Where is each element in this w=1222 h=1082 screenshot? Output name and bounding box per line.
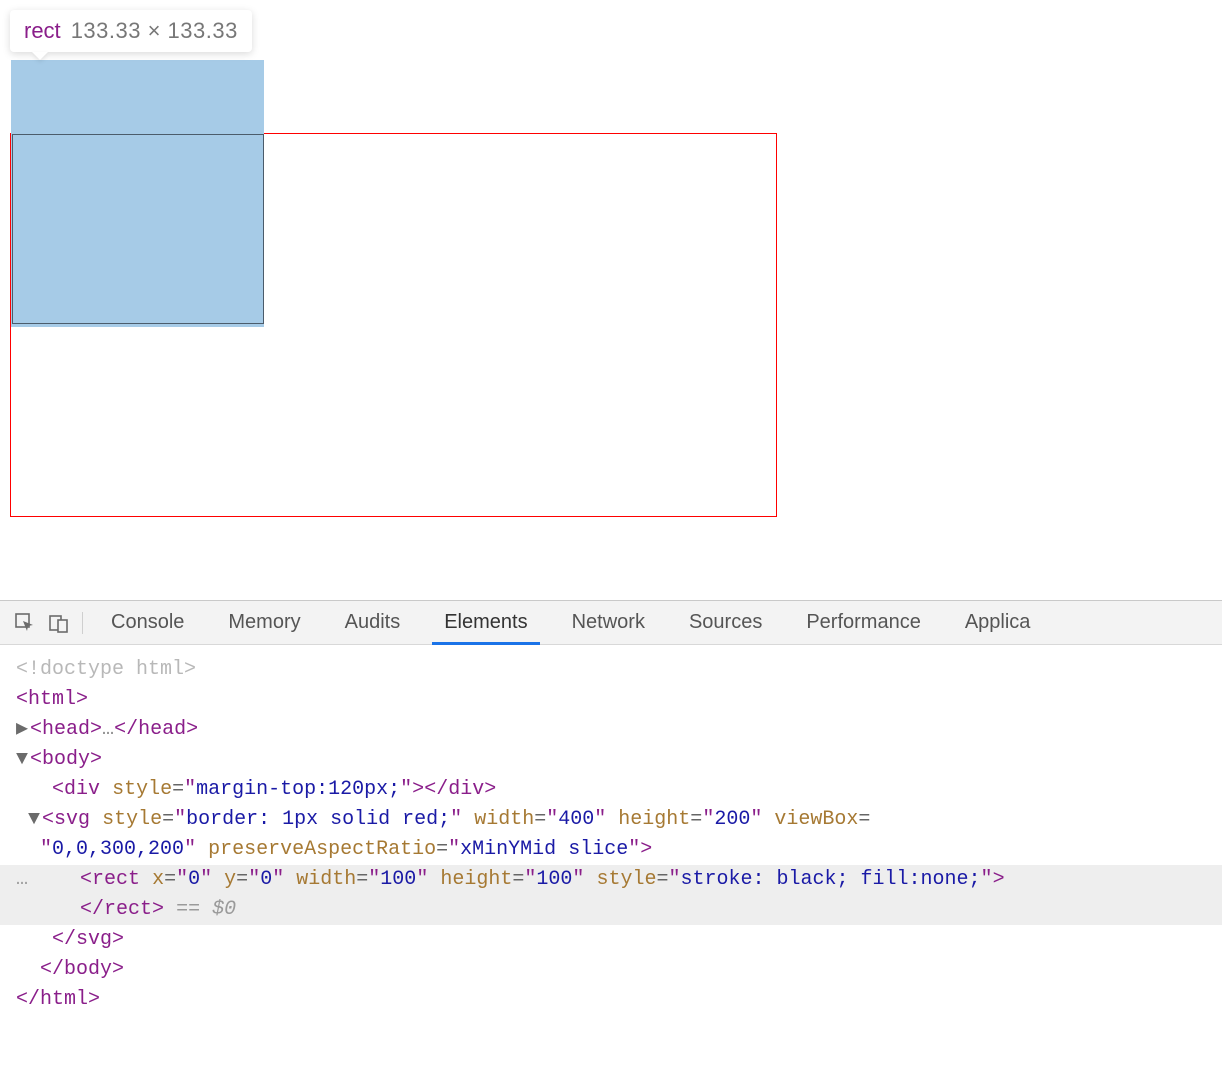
tabbar-separator	[82, 612, 83, 634]
dom-selected-row[interactable]: … <rect x="0" y="0" width="100" height="…	[0, 865, 1222, 925]
tab-sources[interactable]: Sources	[667, 601, 784, 644]
devtools-panel: Console Memory Audits Elements Network S…	[0, 600, 1222, 1082]
dom-line[interactable]: </html>	[16, 985, 1212, 1015]
toggle-device-icon[interactable]	[42, 606, 76, 640]
overflow-ellipsis-icon: …	[16, 865, 28, 895]
inspected-rect-highlight	[11, 60, 264, 327]
expand-arrow-icon[interactable]: ▶	[16, 715, 30, 745]
dom-line[interactable]: "0,0,300,200" preserveAspectRatio="xMinY…	[16, 835, 1212, 865]
tab-application[interactable]: Applica	[943, 601, 1053, 644]
dom-line[interactable]: ▼<body>	[16, 745, 1212, 775]
dom-line[interactable]: <!doctype html>	[16, 655, 1212, 685]
dom-line[interactable]: </svg>	[16, 925, 1212, 955]
tab-elements[interactable]: Elements	[422, 601, 549, 644]
selected-node-marker: == $0	[164, 898, 236, 921]
dom-line[interactable]: ▶<head>…</head>	[16, 715, 1212, 745]
tooltip-dimensions: 133.33 × 133.33	[71, 18, 238, 44]
collapse-arrow-icon[interactable]: ▼	[16, 745, 30, 775]
tab-performance[interactable]: Performance	[784, 601, 943, 644]
inspect-element-icon[interactable]	[8, 606, 42, 640]
tooltip-tagname: rect	[24, 18, 61, 44]
tab-console[interactable]: Console	[89, 601, 206, 644]
tab-network[interactable]: Network	[550, 601, 667, 644]
inspector-tooltip: rect 133.33 × 133.33	[10, 10, 252, 52]
page-viewport: rect 133.33 × 133.33	[0, 0, 1222, 600]
devtools-tabbar: Console Memory Audits Elements Network S…	[0, 601, 1222, 645]
app-root: rect 133.33 × 133.33 Console Memory Audi…	[0, 0, 1222, 1082]
dom-line[interactable]: </body>	[16, 955, 1212, 985]
dom-line[interactable]: <html>	[16, 685, 1212, 715]
dom-line[interactable]: <div style="margin-top:120px;"></div>	[16, 775, 1212, 805]
tab-audits[interactable]: Audits	[323, 601, 423, 644]
elements-dom-tree[interactable]: <!doctype html> <html> ▶<head>…</head> ▼…	[0, 645, 1222, 1082]
collapse-arrow-icon[interactable]: ▼	[28, 805, 42, 835]
dom-line[interactable]: ▼<svg style="border: 1px solid red;" wid…	[16, 805, 1212, 835]
tab-memory[interactable]: Memory	[206, 601, 322, 644]
